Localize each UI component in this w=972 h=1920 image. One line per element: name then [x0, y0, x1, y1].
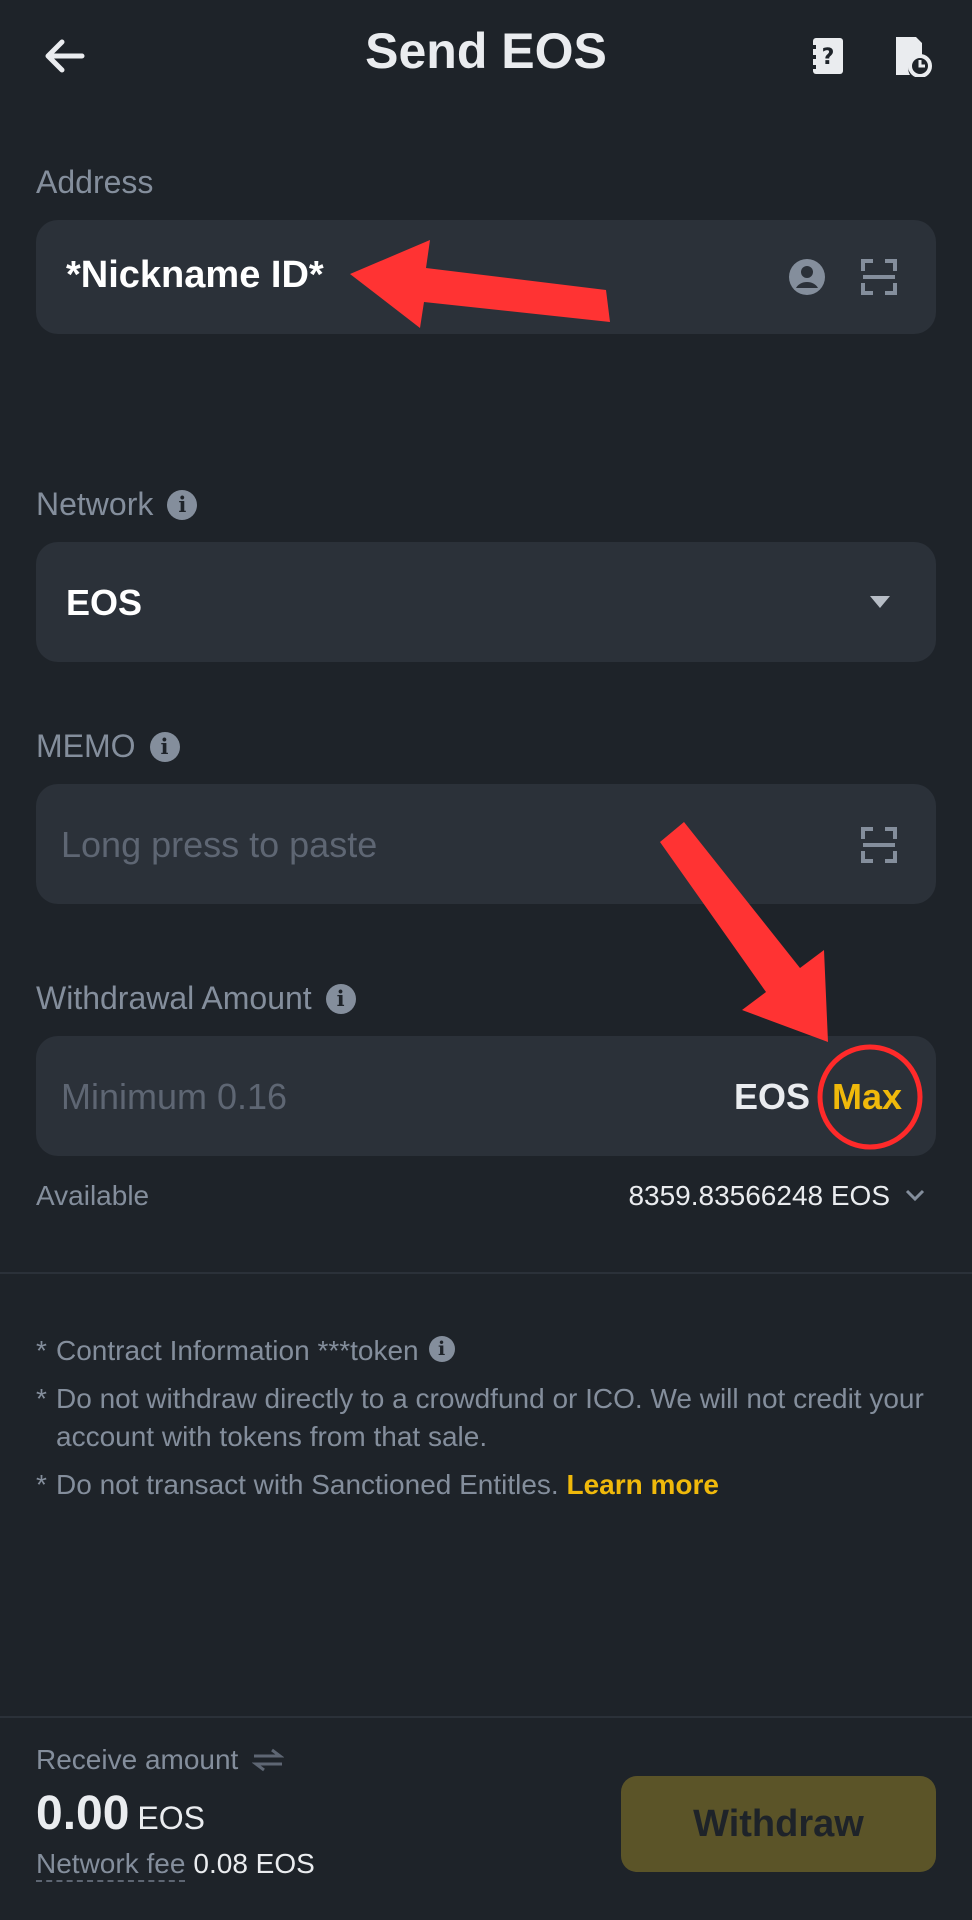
network-value: EOS — [66, 582, 143, 623]
available-value: 8359.83566248 EOS — [628, 1180, 890, 1211]
network-select[interactable]: EOS — [36, 542, 936, 662]
receive-amount-unit: EOS — [137, 1800, 205, 1836]
footer-divider — [0, 1716, 972, 1718]
learn-more-link[interactable]: Learn more — [567, 1469, 720, 1500]
scan-icon — [861, 259, 897, 295]
history-icon — [896, 37, 932, 77]
receive-amount-value: 0.00 — [36, 1787, 130, 1840]
note-crowdfund: * Do not withdraw directly to a crowdfun… — [36, 1383, 924, 1452]
address-book-icon: ? — [810, 38, 843, 74]
memo-label: MEMO i — [36, 728, 180, 765]
available-label: Available — [36, 1180, 150, 1211]
network-info-icon[interactable]: i — [167, 489, 198, 520]
scan-icon — [861, 827, 897, 863]
network-fee-value: 0.08 EOS — [193, 1848, 315, 1879]
contract-info-icon[interactable]: i — [428, 1336, 455, 1362]
address-value: *Nickname ID* — [66, 254, 324, 296]
address-label: Address — [36, 164, 154, 200]
note-sanctioned: * Do not transact with Sanctioned Entitl… — [36, 1469, 720, 1500]
network-fee-label[interactable]: Network fee — [36, 1848, 186, 1882]
withdrawal-amount-label: Withdrawal Amount i — [36, 980, 356, 1017]
withdraw-button[interactable]: Withdraw — [621, 1776, 936, 1872]
network-fee: Network fee 0.08 EOS — [36, 1848, 315, 1882]
expand-chevron-icon[interactable] — [904, 1188, 926, 1202]
receive-amount: 0.00 EOS — [36, 1786, 205, 1841]
network-label: Network i — [36, 486, 198, 523]
address-book-button[interactable]: ? — [804, 32, 852, 80]
section-divider — [0, 1272, 972, 1274]
amount-unit: EOS — [734, 1076, 811, 1117]
contact-button[interactable] — [786, 256, 828, 298]
memo-placeholder: Long press to paste — [61, 824, 378, 865]
scan-memo-button[interactable] — [858, 824, 900, 866]
address-field[interactable]: *Nickname ID* — [36, 220, 936, 334]
max-button[interactable]: Max — [832, 1076, 902, 1118]
user-circle-icon — [789, 259, 825, 295]
memo-info-icon[interactable]: i — [149, 731, 180, 762]
amount-placeholder: Minimum 0.16 — [61, 1076, 288, 1117]
svg-text:?: ? — [822, 45, 835, 70]
history-button[interactable] — [888, 32, 936, 80]
memo-field[interactable]: Long press to paste — [36, 784, 936, 904]
amount-info-icon[interactable]: i — [325, 983, 356, 1014]
receive-amount-label: Receive amount — [36, 1744, 285, 1776]
swap-icon[interactable] — [252, 1748, 285, 1772]
chevron-down-icon — [870, 596, 890, 608]
withdrawal-amount-field[interactable]: Minimum 0.16 EOS Max — [36, 1036, 936, 1156]
note-contract: * Contract Information ***token i — [36, 1332, 936, 1370]
scan-address-button[interactable] — [858, 256, 900, 298]
